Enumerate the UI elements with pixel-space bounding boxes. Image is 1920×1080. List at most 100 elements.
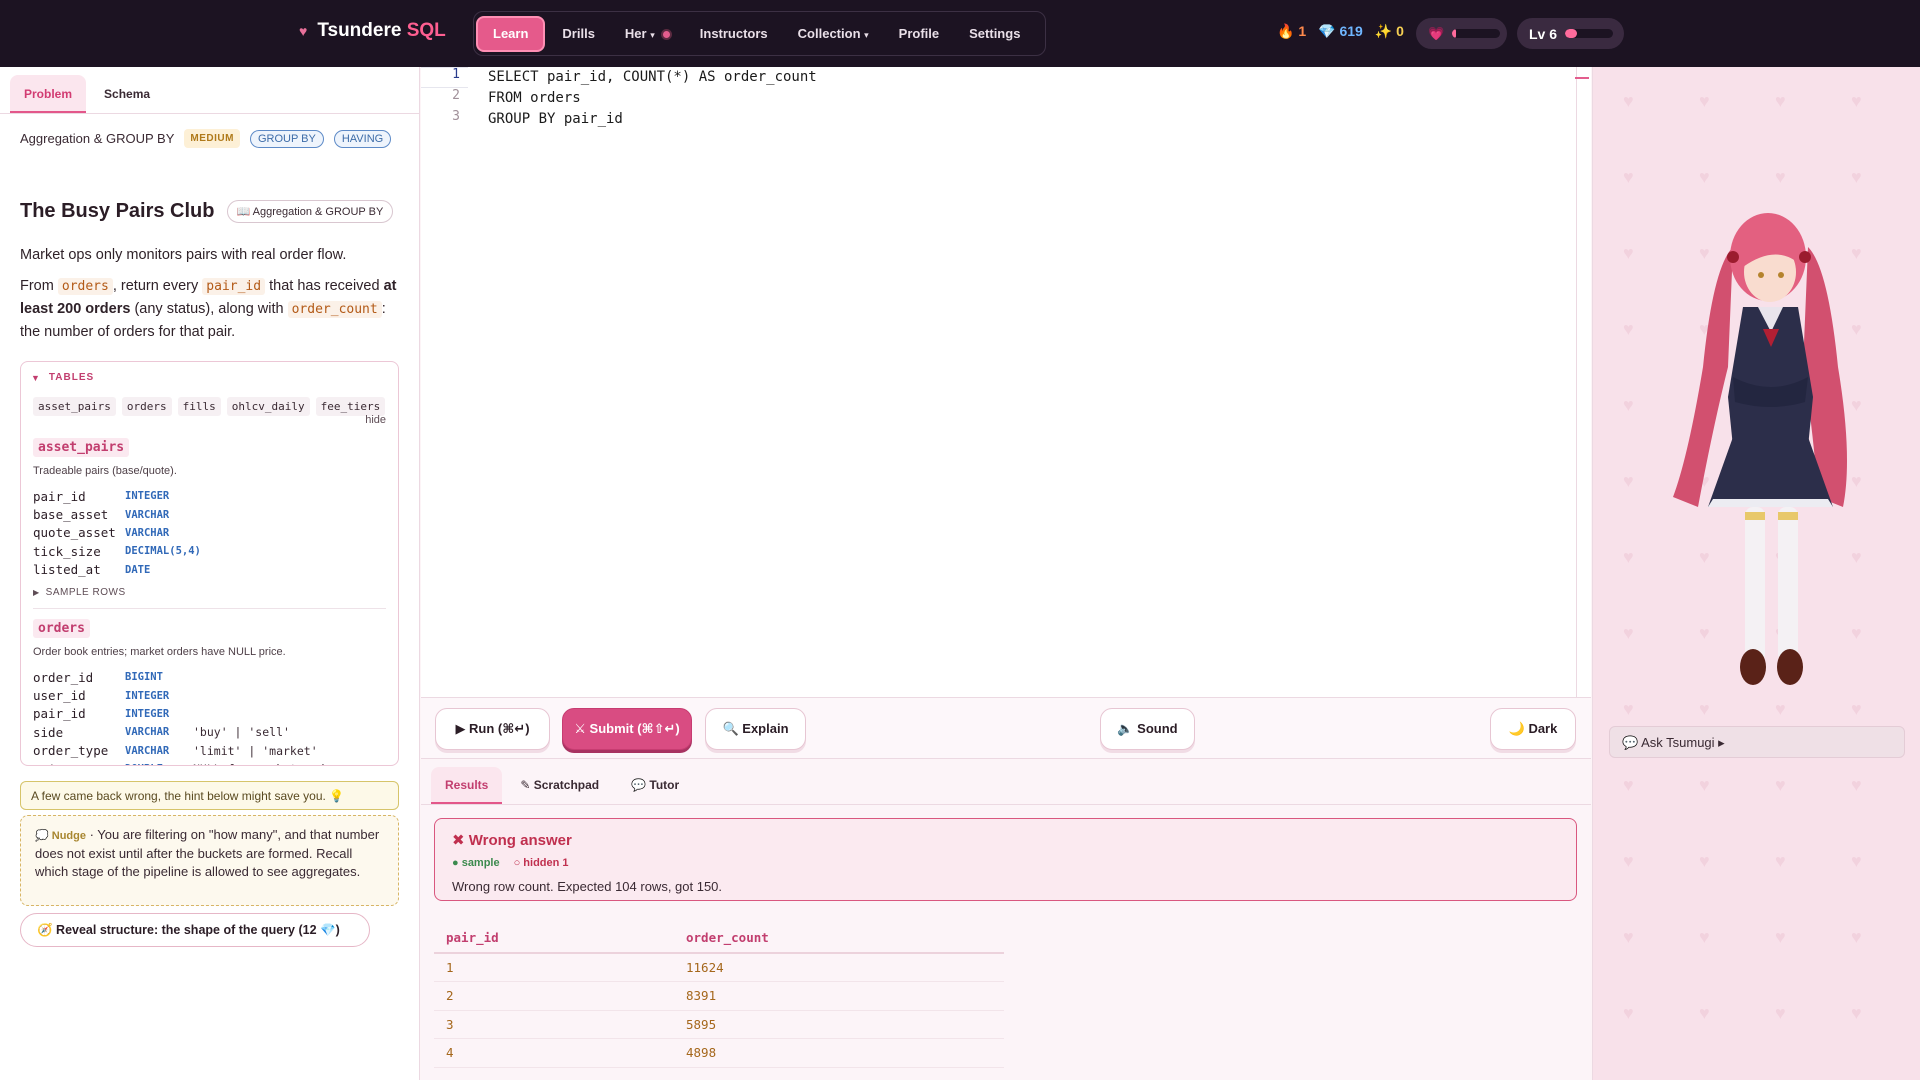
tab-schema[interactable]: Schema — [90, 75, 164, 113]
nav-collection[interactable]: Collection ▾ — [783, 16, 884, 52]
brand-logo[interactable]: ♥ Tsundere SQL — [299, 20, 446, 42]
nav-drills[interactable]: Drills — [547, 16, 610, 52]
sparkles-count: 0 — [1396, 23, 1404, 39]
problem-title: The Busy Pairs Club — [20, 200, 215, 222]
sql-editor[interactable]: 1 2 3 SELECT pair_id, COUNT(*) AS order_co… — [421, 67, 1591, 697]
nudge-text: · You are filtering on "how many", and t… — [35, 827, 380, 879]
nav-collection-label: Collection — [797, 25, 861, 41]
table-row: 1 11624 — [434, 953, 1004, 982]
scroll-marker — [1575, 77, 1589, 79]
level-bar — [1565, 29, 1614, 38]
column-type: INTEGER — [125, 707, 170, 720]
dark-mode-button[interactable]: 🌙 Dark — [1490, 708, 1576, 750]
table-cell: 2 — [434, 981, 674, 1011]
chevron-down-icon: ▾ — [650, 29, 655, 40]
column-type: DATE — [125, 563, 151, 576]
submit-button[interactable]: ⚔ Submit (⌘⇧↵) — [562, 708, 692, 750]
tag-group-by[interactable]: GROUP BY — [249, 129, 324, 148]
line-number: 3 — [452, 109, 460, 124]
companion-panel: ♥ 💬 Ask Tsumugi ▸ — [1592, 67, 1920, 1080]
schema-column-row: user_id INTEGER — [33, 686, 386, 704]
table-chip[interactable]: ohlcv_daily — [226, 397, 310, 416]
wrong-answer-box: ✖ Wrong answer ● sample ○ hidden 1 Wrong… — [434, 818, 1577, 901]
column-name: user_id — [33, 688, 86, 704]
sample-rows-toggle[interactable]: ▶ SAMPLE ROWS — [33, 587, 386, 598]
problem-panel: Problem Schema Aggregation & GROUP BY ME… — [0, 67, 420, 1080]
tab-tutor[interactable]: 💬 Tutor — [617, 767, 693, 804]
code-order-count: order_count — [287, 301, 382, 318]
column-type: BIGINT — [125, 671, 163, 684]
column-header: order_count — [674, 923, 1004, 954]
topic-label: Aggregation & GROUP BY — [20, 131, 175, 146]
chevron-down-icon: ▾ — [864, 29, 869, 40]
desc-text: From — [20, 278, 54, 294]
problem-title-row: The Busy Pairs Club 📖 Aggregation & GROU… — [20, 200, 394, 223]
topic-link-badge[interactable]: 📖 Aggregation & GROUP BY — [226, 200, 394, 223]
table-chips: asset_pairs orders fills ohlcv_daily fee_tie… — [33, 397, 386, 416]
difficulty-badge: MEDIUM — [184, 129, 240, 148]
code-line[interactable]: FROM orders — [488, 88, 817, 109]
sound-button[interactable]: 🔈 Sound — [1100, 708, 1195, 750]
tab-problem[interactable]: Problem — [10, 75, 87, 113]
tab-results[interactable]: Results — [431, 767, 503, 804]
explain-button[interactable]: 🔍 Explain — [705, 708, 806, 750]
table-cell: 1 — [434, 953, 674, 982]
gems-count: 619 — [1339, 23, 1363, 39]
ask-tsumugi-button[interactable]: 💬 Ask Tsumugi ▸ — [1609, 726, 1905, 758]
nav-profile[interactable]: Profile — [884, 16, 954, 52]
results-table: pair_id order_count 1 11624 2 8391 3 5895 4 489… — [434, 923, 1004, 1068]
table-desc: Tradeable pairs (base/quote). — [33, 465, 177, 477]
tables-box: ▼ TABLES asset_pairs orders fills ohlcv_dail… — [20, 361, 399, 766]
caret-down-icon: ▼ — [31, 372, 41, 383]
column-note: NULL for market orders — [193, 762, 345, 765]
sparkle-icon: ✨ — [1374, 23, 1393, 39]
gems-stat: 💎 619 — [1318, 23, 1363, 40]
result-status: ✖ Wrong answer — [452, 832, 572, 849]
hidden-test-status: ○ hidden 1 — [513, 857, 569, 869]
stats: 🔥 1 💎 619 ✨ 0 — [1277, 23, 1404, 40]
character-illustration — [1673, 213, 1847, 685]
level-meter[interactable]: Lv 6 — [1517, 18, 1624, 49]
table-cell: 4 — [434, 1038, 674, 1068]
table-chip[interactable]: asset_pairs — [33, 397, 116, 416]
code-area[interactable]: SELECT pair_id, COUNT(*) AS order_count F… — [488, 67, 817, 130]
table-row: 3 5895 — [434, 1010, 1004, 1039]
desc-text: (any status), along with — [134, 301, 284, 317]
nav-learn[interactable]: Learn — [476, 15, 546, 52]
table-chip[interactable]: orders — [121, 397, 172, 416]
heart-icon: ♥ — [299, 23, 308, 39]
tables-header[interactable]: ▼ TABLES — [31, 372, 386, 383]
heart-icon: 💗 — [1428, 25, 1445, 41]
tables-header-label: TABLES — [48, 372, 95, 383]
column-type: VARCHAR — [125, 744, 170, 757]
tab-scratchpad[interactable]: ✎ Scratchpad — [506, 767, 613, 804]
nav-instructors[interactable]: Instructors — [685, 16, 783, 52]
nav-her-label: Her — [624, 25, 647, 41]
reveal-structure-button[interactable]: 🧭 Reveal structure: the shape of the que… — [20, 913, 370, 947]
column-name: order_type — [33, 743, 109, 759]
nav-settings[interactable]: Settings — [954, 16, 1035, 52]
code-line[interactable]: GROUP BY pair_id — [488, 109, 817, 130]
table-chip[interactable]: fills — [177, 397, 221, 416]
line-number: 2 — [452, 88, 460, 103]
description-task: From orders, return every pair_id that h… — [20, 275, 405, 344]
table-header-row: pair_id order_count — [434, 923, 1004, 954]
affection-bar — [1452, 29, 1501, 38]
column-header: pair_id — [434, 923, 674, 954]
tag-having[interactable]: HAVING — [333, 129, 392, 148]
run-button[interactable]: ▶ Run (⌘↵) — [435, 708, 550, 750]
affection-meter[interactable]: 💗 — [1416, 18, 1507, 49]
code-line[interactable]: SELECT pair_id, COUNT(*) AS order_count — [488, 67, 817, 88]
level-fill — [1565, 29, 1578, 38]
nav-her[interactable]: Her ▾ — [610, 16, 685, 52]
table-desc: Order book entries; market orders have N… — [33, 645, 286, 658]
column-name: tick_size — [33, 543, 101, 559]
hide-link[interactable]: hide — [365, 414, 386, 426]
table-cell: 11624 — [674, 953, 1004, 982]
editor-scrollbar[interactable] — [1575, 67, 1589, 697]
notification-dot — [662, 30, 670, 38]
code-orders: orders — [57, 278, 113, 295]
column-note: 'limit' | 'market' — [193, 743, 318, 758]
flame-icon: 🔥 — [1277, 23, 1295, 39]
table-cell: 8391 — [674, 981, 1004, 1011]
